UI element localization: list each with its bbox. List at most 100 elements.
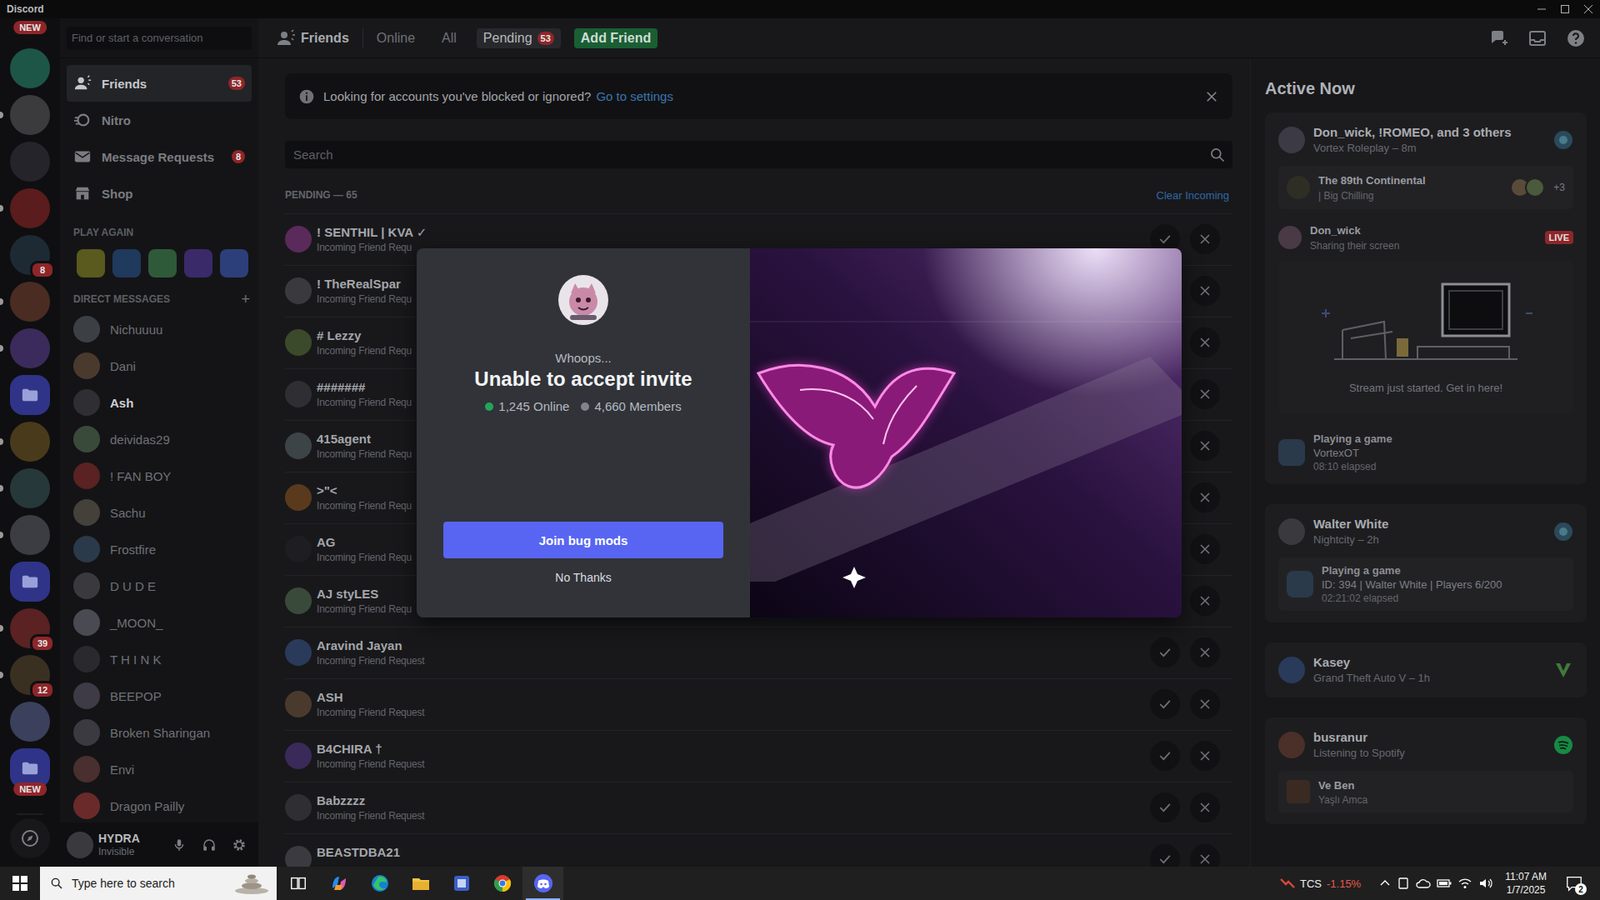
activity-card[interactable]: busranurListening to SpotifyVe BenYaşlı … (1265, 717, 1587, 825)
friend-request-row[interactable]: BEASTDBA21 (285, 833, 1233, 867)
dm-item[interactable]: deividas29 (66, 420, 252, 458)
dm-item[interactable]: Nichuuuu (66, 310, 252, 348)
taskbar-app[interactable] (440, 866, 482, 900)
friend-request-row[interactable]: ASHIncoming Friend Request (285, 678, 1233, 730)
friend-request-row[interactable]: B4CHIRA †Incoming Friend Request (285, 730, 1233, 782)
sidebar-nav-item[interactable]: Nitro (66, 101, 252, 139)
new-unreads-pill[interactable]: NEW (13, 782, 47, 796)
user-avatar[interactable] (66, 831, 94, 859)
discover-button[interactable] (10, 818, 50, 859)
friends-tab[interactable]: Online (370, 28, 422, 49)
decline-button[interactable] (1190, 327, 1220, 358)
start-button[interactable] (0, 866, 40, 900)
dm-item[interactable]: Dani (66, 347, 252, 385)
taskbar-app[interactable] (359, 866, 400, 900)
decline-button[interactable] (1190, 275, 1220, 306)
dm-item[interactable]: T H I N K (66, 640, 252, 678)
taskbar-app[interactable] (277, 866, 319, 900)
sidebar-nav-item[interactable]: Friends53 (66, 65, 252, 102)
server-item[interactable] (0, 515, 60, 555)
dm-item[interactable]: Ash (66, 384, 252, 421)
accept-button[interactable] (1150, 637, 1180, 668)
add-friend-button[interactable]: Add Friend (574, 28, 658, 49)
game-icon[interactable] (76, 249, 105, 278)
cloud-icon[interactable] (1415, 876, 1431, 890)
friends-search[interactable]: Search (285, 140, 1233, 169)
taskbar-search[interactable]: Type here to search (40, 866, 277, 900)
game-icon[interactable] (112, 249, 141, 278)
decline-button[interactable] (1190, 379, 1220, 410)
decline-button[interactable] (1190, 792, 1220, 823)
server-item[interactable] (0, 48, 60, 89)
decline-button[interactable] (1190, 585, 1220, 616)
decline-button[interactable] (1190, 844, 1220, 867)
server-item[interactable] (0, 375, 60, 415)
dm-item[interactable]: Sachu (66, 494, 252, 531)
notification-center[interactable]: 2 (1560, 866, 1589, 900)
mute-button[interactable] (166, 832, 192, 858)
friends-tab[interactable]: All (435, 28, 464, 49)
game-icon[interactable] (220, 249, 249, 278)
server-item[interactable] (0, 561, 60, 602)
accept-button[interactable] (1150, 740, 1180, 771)
new-dm-button[interactable]: + (240, 293, 250, 305)
activity-card[interactable]: Don_wick, !ROMEO, and 3 othersVortex Rol… (1265, 112, 1587, 485)
friend-request-row[interactable]: Aravind JayanIncoming Friend Request (285, 626, 1233, 679)
taskbar-app[interactable] (400, 866, 441, 900)
accept-button[interactable] (1150, 689, 1180, 720)
taskbar-app[interactable] (481, 866, 523, 900)
server-item[interactable]: 39 (0, 608, 60, 649)
help-button[interactable] (1565, 27, 1587, 50)
no-thanks-button[interactable]: No Thanks (551, 569, 615, 586)
battery-icon[interactable] (1436, 876, 1452, 890)
dm-item[interactable]: Envi (66, 750, 252, 788)
activity-card[interactable]: KaseyGrand Theft Auto V – 1h (1265, 642, 1587, 698)
game-icon[interactable] (184, 249, 213, 278)
taskbar-app[interactable] (318, 866, 360, 900)
dm-item[interactable]: Broken Sharingan (66, 714, 252, 751)
clock[interactable]: 11:07 AM1/7/2025 (1505, 870, 1547, 897)
server-item[interactable] (0, 468, 60, 509)
wifi-icon[interactable] (1457, 876, 1473, 890)
dm-item[interactable]: _MOON_ (66, 604, 252, 641)
server-item[interactable] (0, 328, 60, 369)
inbox-button[interactable] (1526, 27, 1549, 50)
server-item[interactable]: 8 (0, 235, 60, 275)
sidebar-nav-item[interactable]: Shop (66, 175, 252, 212)
chevron-up-icon[interactable] (1379, 877, 1391, 890)
server-item[interactable] (0, 281, 60, 322)
server-item[interactable] (0, 141, 60, 182)
game-icon[interactable] (148, 249, 177, 278)
clear-incoming-button[interactable]: Clear Incoming (1156, 189, 1230, 202)
dm-item[interactable]: BEEPOP (66, 677, 252, 715)
device-icon[interactable] (1396, 876, 1410, 890)
decline-button[interactable] (1190, 689, 1220, 720)
settings-button[interactable] (226, 832, 252, 858)
new-unreads-pill[interactable]: NEW (13, 20, 47, 35)
dm-item[interactable]: Dragon Pailly (66, 787, 252, 823)
deafen-button[interactable] (196, 832, 222, 858)
stock-widget[interactable]: TCS-1.15% (1280, 877, 1361, 890)
server-item[interactable] (0, 95, 60, 135)
volume-icon[interactable] (1478, 876, 1494, 890)
dm-item[interactable]: D U D E (66, 567, 252, 605)
dm-item[interactable]: ! FAN BOY (66, 457, 252, 495)
minimize-button[interactable] (1530, 0, 1554, 19)
notice-close-button[interactable] (1204, 89, 1220, 105)
sidebar-nav-item[interactable]: Message Requests8 (66, 138, 252, 175)
join-button[interactable]: Join bug mods (443, 521, 724, 559)
conversation-search[interactable]: Find or start a conversation (66, 26, 252, 50)
accept-button[interactable] (1150, 792, 1180, 823)
voice-channel[interactable]: The 89th Continental| Big Chilling+3 (1278, 165, 1574, 210)
server-item[interactable] (0, 188, 60, 229)
friend-request-row[interactable]: BabzzzzIncoming Friend Request (285, 781, 1233, 834)
decline-button[interactable] (1190, 224, 1220, 255)
decline-button[interactable] (1190, 534, 1220, 565)
taskbar-app[interactable] (522, 866, 564, 900)
accept-button[interactable] (1150, 844, 1180, 867)
dm-item[interactable]: Frostfire (66, 530, 252, 568)
friends-tab[interactable]: Pending53 (476, 28, 561, 49)
decline-button[interactable] (1190, 637, 1220, 668)
settings-link[interactable]: Go to settings (595, 89, 674, 104)
close-button[interactable] (1576, 0, 1600, 19)
